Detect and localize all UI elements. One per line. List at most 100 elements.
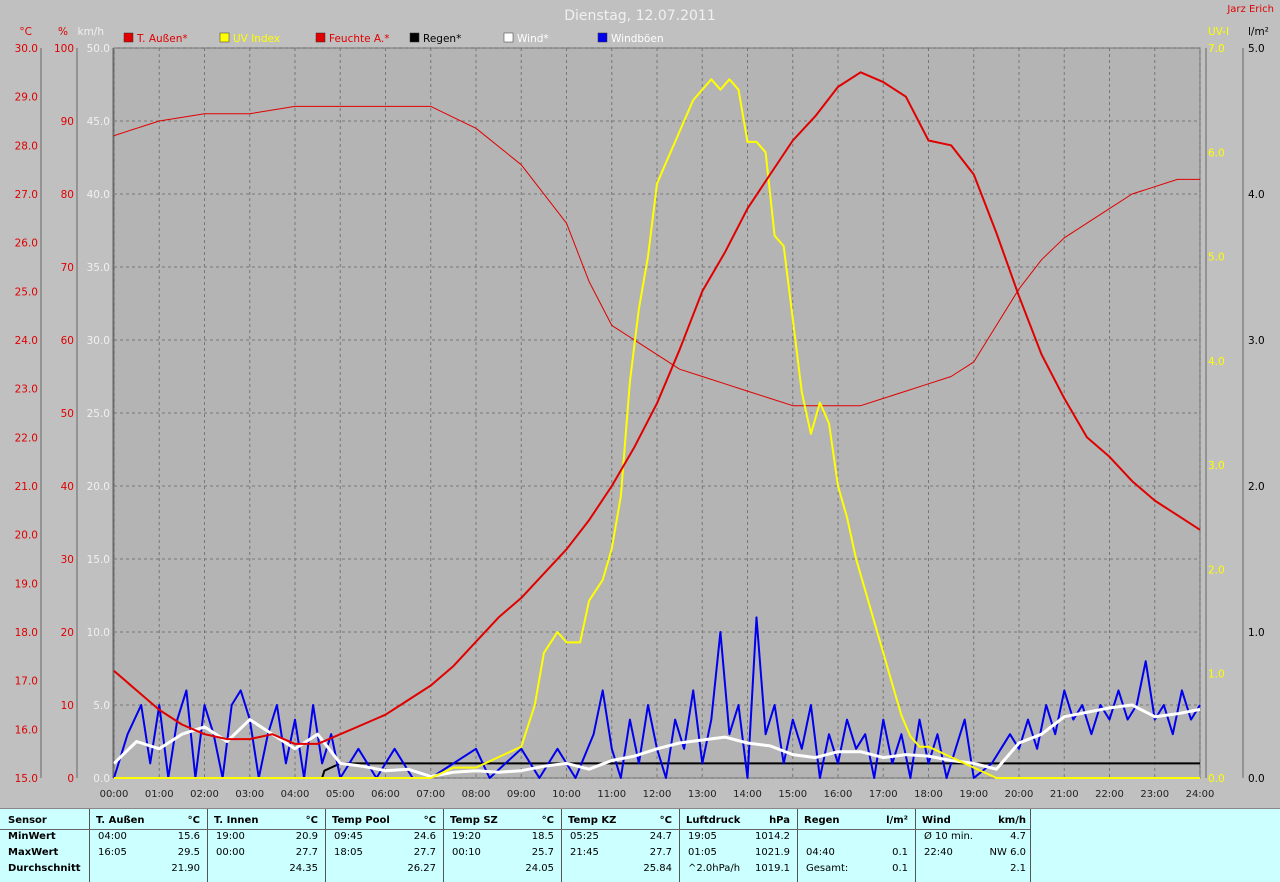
x-tick-label: 19:00 <box>959 789 988 800</box>
wind-tick-label: 25.0 <box>87 408 110 420</box>
temp-tick-label: 17.0 <box>15 676 38 688</box>
wind-tick-label: 50.0 <box>87 43 110 55</box>
stats-row-label: MinWert <box>8 831 56 842</box>
rain-tick-label: 3.0 <box>1248 335 1265 347</box>
humidity-tick-label: 90 <box>61 116 74 128</box>
temp-tick-label: 28.0 <box>15 140 38 152</box>
stats-value: 15.6 <box>177 831 200 842</box>
uv-tick-label: 3.0 <box>1208 460 1225 472</box>
humidity-tick-label: 20 <box>61 627 74 639</box>
rain-unit-label: l/m² <box>1248 26 1269 38</box>
stats-value: 29.5 <box>177 847 200 858</box>
stats-sensor-unit: °C <box>659 815 672 826</box>
humidity-unit-label: % <box>58 26 68 38</box>
stats-value: 18.5 <box>531 831 554 842</box>
temp-tick-label: 30.0 <box>15 43 38 55</box>
temp-tick-label: 24.0 <box>15 335 38 347</box>
stats-value: 24.6 <box>413 831 436 842</box>
stats-value: 26.27 <box>407 863 436 874</box>
humidity-tick-label: 50 <box>61 408 74 420</box>
uv-tick-label: 1.0 <box>1208 669 1225 681</box>
temp-tick-label: 26.0 <box>15 238 38 250</box>
stats-row-label: Sensor <box>8 815 47 826</box>
humidity-tick-label: 60 <box>61 335 74 347</box>
x-tick-label: 12:00 <box>643 789 672 800</box>
x-tick-label: 09:00 <box>507 789 536 800</box>
rain-tick-label: 5.0 <box>1248 43 1265 55</box>
uv-tick-label: 5.0 <box>1208 252 1225 264</box>
wind-tick-label: 0.0 <box>93 773 110 785</box>
uv-tick-label: 6.0 <box>1208 147 1225 159</box>
stats-sensor-unit: °C <box>541 815 554 826</box>
x-tick-label: 15:00 <box>778 789 807 800</box>
x-tick-label: 03:00 <box>235 789 264 800</box>
stats-sensor-unit: °C <box>305 815 318 826</box>
x-tick-label: 01:00 <box>145 789 174 800</box>
uv-tick-label: 2.0 <box>1208 564 1225 576</box>
stats-value: 27.7 <box>295 847 318 858</box>
temp-unit-label: °C <box>19 26 32 38</box>
stats-sensor-unit: °C <box>187 815 200 826</box>
stats-value: 1019.1 <box>755 863 790 874</box>
stats-value: 0.1 <box>892 847 908 858</box>
humidity-tick-label: 100 <box>54 43 74 55</box>
x-tick-label: 22:00 <box>1095 789 1124 800</box>
humidity-tick-label: 10 <box>61 700 74 712</box>
stats-value: 20.9 <box>295 831 318 842</box>
legend-swatch <box>409 32 420 43</box>
legend-swatch <box>597 32 608 43</box>
weather-chart: Dienstag, 12.07.2011 T. Außen* UV Index Fe… <box>15 8 1269 800</box>
temp-tick-label: 29.0 <box>15 92 38 104</box>
temp-tick-label: 19.0 <box>15 578 38 590</box>
chart-title: Dienstag, 12.07.2011 <box>564 8 715 24</box>
temp-tick-label: 23.0 <box>15 384 38 396</box>
x-tick-label: 17:00 <box>869 789 898 800</box>
humidity-tick-label: 30 <box>61 554 74 566</box>
stats-value: 0.1 <box>892 863 908 874</box>
rain-tick-label: 0.0 <box>1248 773 1265 785</box>
humidity-tick-label: 40 <box>61 481 74 493</box>
stats-value: 25.84 <box>643 863 672 874</box>
legend-label: UV Index <box>233 33 280 45</box>
temp-tick-label: 21.0 <box>15 481 38 493</box>
x-tick-label: 24:00 <box>1186 789 1215 800</box>
temp-tick-label: 20.0 <box>15 530 38 542</box>
x-tick-label: 16:00 <box>824 789 853 800</box>
legend-label: T. Außen* <box>136 33 188 45</box>
stats-value: 24.05 <box>525 863 554 874</box>
x-tick-label: 00:00 <box>100 789 129 800</box>
stats-value: 2.1 <box>1010 863 1026 874</box>
humidity-tick-label: 80 <box>61 189 74 201</box>
legend: T. Außen* UV Index Feuchte A.* Regen* Wind* W… <box>123 32 664 45</box>
temp-tick-label: 16.0 <box>15 724 38 736</box>
temp-tick-label: 22.0 <box>15 432 38 444</box>
x-tick-label: 11:00 <box>597 789 626 800</box>
stats-value: 4.7 <box>1010 831 1026 842</box>
stats-header-divider <box>0 829 1030 830</box>
wind-tick-label: 10.0 <box>87 627 110 639</box>
x-tick-label: 18:00 <box>914 789 943 800</box>
temp-tick-label: 15.0 <box>15 773 38 785</box>
legend-label: Wind* <box>517 33 549 45</box>
x-tick-label: 23:00 <box>1140 789 1169 800</box>
author-label: Jarz Erich <box>1227 4 1274 15</box>
stats-column-divider <box>1030 809 1031 882</box>
temp-tick-label: 18.0 <box>15 627 38 639</box>
stats-row-label: Durchschnitt <box>8 863 81 874</box>
statistics-table: Sensor MinWert MaxWert Durchschnitt T. Außen… <box>0 808 1280 882</box>
x-tick-label: 04:00 <box>281 789 310 800</box>
wind-tick-label: 5.0 <box>93 700 110 712</box>
stats-value: 21.90 <box>171 863 200 874</box>
legend-label: Windböen <box>611 33 664 45</box>
legend-label: Feuchte A.* <box>329 33 390 45</box>
legend-label: Regen* <box>423 33 461 45</box>
stats-value: 25.7 <box>531 847 554 858</box>
legend-swatch <box>219 32 230 43</box>
wind-tick-label: 20.0 <box>87 481 110 493</box>
stats-value: 1021.9 <box>755 847 790 858</box>
stats-sensor-unit: km/h <box>998 815 1026 826</box>
stats-value: 27.7 <box>649 847 672 858</box>
rain-tick-label: 2.0 <box>1248 481 1265 493</box>
uv-tick-label: 7.0 <box>1208 43 1225 55</box>
x-tick-label: 10:00 <box>552 789 581 800</box>
